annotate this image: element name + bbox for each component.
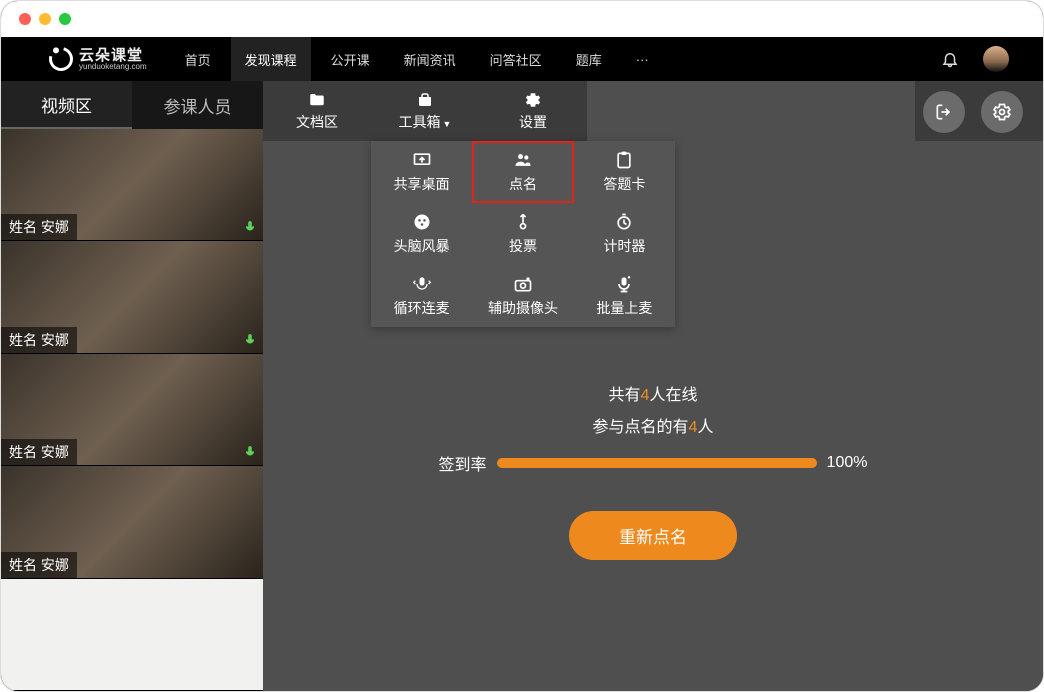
logo[interactable]: 云朵课堂 yunduoketang.com bbox=[49, 47, 147, 71]
logo-icon bbox=[45, 43, 78, 76]
toolbox-icon bbox=[415, 91, 435, 109]
window-titlebar bbox=[1, 1, 1043, 37]
video-tile[interactable]: 姓名 安娜 bbox=[1, 354, 263, 466]
video-tile[interactable]: 姓名 安娜 bbox=[1, 241, 263, 353]
mic-icon[interactable] bbox=[243, 445, 257, 459]
tool-vote[interactable]: 投票 bbox=[472, 203, 573, 265]
toolbar-toolbox[interactable]: 工具箱▼ bbox=[371, 81, 479, 141]
video-tile[interactable]: 姓名 安娜 bbox=[1, 466, 263, 578]
settings-gear-button[interactable] bbox=[981, 91, 1023, 133]
nav-public-courses[interactable]: 公开课 bbox=[317, 37, 384, 82]
participant-name: 姓名 安娜 bbox=[1, 214, 77, 240]
tool-loop-mic[interactable]: 循环连麦 bbox=[371, 265, 472, 327]
video-tile-empty bbox=[1, 579, 263, 691]
user-avatar[interactable] bbox=[983, 46, 1009, 72]
video-list: 姓名 安娜 姓名 安娜 姓名 安娜 姓名 安娜 bbox=[1, 129, 263, 691]
nav-more[interactable]: ··· bbox=[622, 39, 663, 80]
checkin-progress-bar bbox=[497, 458, 817, 468]
main-toolbar: 文档区 工具箱▼ 设置 bbox=[263, 81, 1043, 141]
tool-answer-card[interactable]: 答题卡 bbox=[574, 141, 675, 203]
checkin-rate-value: 100% bbox=[827, 454, 868, 472]
checkin-rate-label: 签到率 bbox=[439, 451, 487, 475]
camera-icon bbox=[512, 274, 534, 294]
tool-timer[interactable]: 计时器 bbox=[574, 203, 675, 265]
checkin-rate-row: 签到率 100% bbox=[439, 451, 868, 475]
folder-icon bbox=[307, 91, 327, 109]
online-count-text: 共有4人在线 bbox=[609, 381, 698, 405]
participant-name: 姓名 安娜 bbox=[1, 552, 77, 578]
tab-video-area[interactable]: 视频区 bbox=[1, 81, 132, 129]
participant-name: 姓名 安娜 bbox=[1, 439, 77, 465]
tool-share-desktop[interactable]: 共享桌面 bbox=[371, 141, 472, 203]
nav-qa-community[interactable]: 问答社区 bbox=[476, 37, 556, 82]
tool-aux-camera[interactable]: 辅助摄像头 bbox=[472, 265, 573, 327]
batch-mic-icon bbox=[613, 274, 635, 294]
gear-icon bbox=[523, 91, 543, 109]
exit-icon bbox=[934, 102, 954, 122]
chevron-down-icon: ▼ bbox=[443, 119, 452, 129]
timer-icon bbox=[613, 212, 635, 232]
tab-participants[interactable]: 参课人员 bbox=[132, 81, 263, 129]
vote-icon bbox=[512, 212, 534, 232]
participant-name: 姓名 安娜 bbox=[1, 327, 77, 353]
people-icon bbox=[512, 150, 534, 170]
loop-mic-icon bbox=[411, 274, 433, 294]
retry-rollcall-button[interactable]: 重新点名 bbox=[569, 511, 737, 560]
logo-sub: yunduoketang.com bbox=[79, 63, 147, 71]
notifications-icon[interactable] bbox=[941, 50, 959, 68]
window-max-icon[interactable] bbox=[59, 13, 71, 25]
content-area: 视频区 参课人员 姓名 安娜 姓名 安娜 姓名 安娜 姓名 安娜 bbox=[1, 81, 1043, 691]
video-tile[interactable]: 姓名 安娜 bbox=[1, 129, 263, 241]
gear-icon bbox=[992, 102, 1012, 122]
window-min-icon[interactable] bbox=[39, 13, 51, 25]
logo-main: 云朵课堂 bbox=[79, 48, 147, 63]
window-close-icon[interactable] bbox=[19, 13, 31, 25]
brainstorm-icon bbox=[411, 212, 433, 232]
main-panel: 文档区 工具箱▼ 设置 bbox=[263, 81, 1043, 691]
toolbox-dropdown: 共享桌面 点名 答题卡 头脑风暴 投票 bbox=[371, 141, 675, 327]
app-window: 云朵课堂 yunduoketang.com 首页 发现课程 公开课 新闻资讯 问… bbox=[0, 0, 1044, 692]
tool-batch-mic[interactable]: 批量上麦 bbox=[574, 265, 675, 327]
exit-button[interactable] bbox=[923, 91, 965, 133]
nav-news[interactable]: 新闻资讯 bbox=[390, 37, 470, 82]
top-nav: 云朵课堂 yunduoketang.com 首页 发现课程 公开课 新闻资讯 问… bbox=[1, 37, 1043, 81]
left-panel-tabs: 视频区 参课人员 bbox=[1, 81, 263, 129]
toolbar-docs[interactable]: 文档区 bbox=[263, 81, 371, 141]
answer-card-icon bbox=[613, 150, 635, 170]
toolbar-settings[interactable]: 设置 bbox=[479, 81, 587, 141]
mic-icon[interactable] bbox=[243, 333, 257, 347]
nav-discover-courses[interactable]: 发现课程 bbox=[231, 37, 311, 82]
left-panel: 视频区 参课人员 姓名 安娜 姓名 安娜 姓名 安娜 姓名 安娜 bbox=[1, 81, 263, 691]
share-desktop-icon bbox=[411, 150, 433, 170]
tool-brainstorm[interactable]: 头脑风暴 bbox=[371, 203, 472, 265]
tool-rollcall[interactable]: 点名 bbox=[472, 141, 573, 203]
rollcall-count-text: 参与点名的有4人 bbox=[593, 413, 714, 437]
mic-icon[interactable] bbox=[243, 220, 257, 234]
rollcall-result: 共有4人在线 参与点名的有4人 签到率 100% 重新点名 bbox=[263, 381, 1043, 560]
nav-question-bank[interactable]: 题库 bbox=[562, 37, 616, 82]
nav-home[interactable]: 首页 bbox=[171, 37, 225, 82]
